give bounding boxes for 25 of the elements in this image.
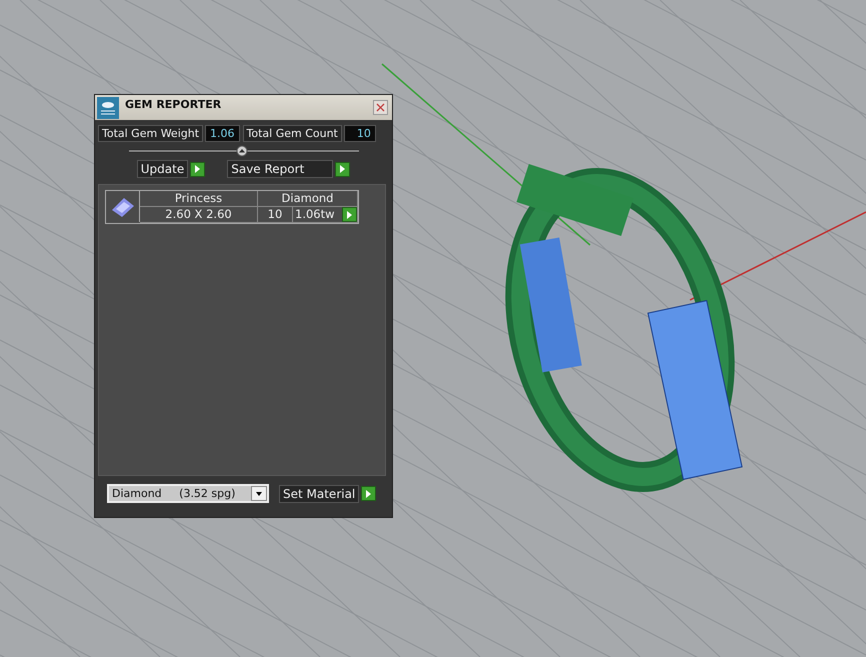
total-value: 1.06 [205,125,240,142]
close-button[interactable] [373,100,388,115]
window-title: GEM REPORTER [125,97,222,111]
set-material-button[interactable]: Set Material [279,484,360,502]
play-icon [339,165,346,173]
action-button[interactable]: Update [136,160,188,178]
play-icon [346,210,353,218]
go-button[interactable] [335,162,350,176]
material-dropdown[interactable]: Diamond (3.52 spg) [107,484,269,503]
total-label: Total Gem Weight [98,125,204,142]
gem-cut: Princess [140,191,258,207]
gem-weight: 1.06tw [295,207,335,222]
action-button[interactable]: Save Report [227,160,334,178]
collapse-handle[interactable] [128,145,358,157]
play-icon [194,165,202,173]
go-button[interactable] [361,486,376,501]
total-value: 10 [344,125,376,142]
total-label: Total Gem Count [242,125,342,142]
close-icon [376,103,385,112]
gem-count: 10 [258,207,293,223]
go-button[interactable] [342,207,357,222]
gem-size: 2.60 X 2.60 [140,207,258,223]
play-icon [365,490,372,498]
go-button[interactable] [190,162,206,176]
gem-icon [110,196,136,218]
